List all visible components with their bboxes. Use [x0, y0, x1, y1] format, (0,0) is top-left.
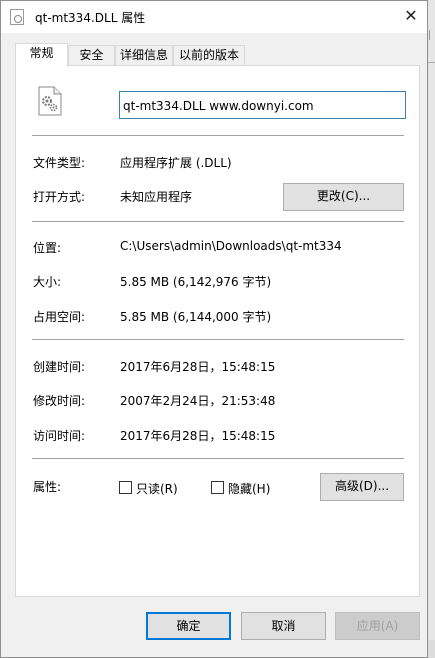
tab-security[interactable]: 安全 [68, 45, 115, 66]
hidden-checkbox-label[interactable]: 隐藏(H) [228, 480, 270, 497]
cancel-button[interactable]: 取消 [241, 612, 326, 640]
size-on-disk-value: 5.85 MB (6,144,000 字节) [120, 310, 272, 324]
properties-dialog: qt-mt334.DLL 属性 ✕ 常规 安全 详细信息 以前的版本 文件类型:… [0, 0, 428, 658]
tab-previous-versions[interactable]: 以前的版本 [173, 45, 245, 66]
modified-label: 修改时间: [33, 394, 86, 408]
file-name-input[interactable] [119, 91, 406, 119]
hidden-checkbox[interactable] [211, 481, 224, 494]
size-value: 5.85 MB (6,142,976 字节) [120, 275, 272, 289]
file-type-value: 应用程序扩展 (.DLL) [120, 156, 232, 170]
window-title: qt-mt334.DLL 属性 [35, 11, 146, 25]
opens-with-label: 打开方式: [33, 190, 86, 204]
opens-with-value: 未知应用程序 [120, 190, 193, 204]
tab-details[interactable]: 详细信息 [115, 45, 173, 66]
ok-button[interactable]: 确定 [146, 612, 231, 640]
background-window-edge [427, 0, 435, 658]
separator [32, 458, 404, 459]
modified-value: 2007年2月24日，21:53:48 [120, 394, 276, 408]
accessed-value: 2017年6月28日，15:48:15 [120, 429, 276, 443]
dll-gear-file-icon [38, 86, 62, 116]
readonly-checkbox-label[interactable]: 只读(R) [136, 480, 178, 497]
attributes-label: 属性: [33, 480, 62, 494]
size-on-disk-label: 占用空间: [33, 310, 86, 324]
background-window-mark [429, 30, 435, 40]
close-button[interactable]: ✕ [394, 2, 428, 32]
apply-button[interactable]: 应用(A) [335, 612, 420, 640]
separator [32, 339, 404, 340]
background-window-mark [428, 640, 435, 658]
tab-general[interactable]: 常规 [15, 43, 68, 67]
separator [32, 135, 404, 136]
general-tab-panel: 文件类型: 应用程序扩展 (.DLL) 打开方式: 未知应用程序 更改(C)..… [15, 65, 420, 597]
created-label: 创建时间: [33, 360, 86, 374]
file-type-label: 文件类型: [33, 156, 86, 170]
accessed-label: 访问时间: [33, 429, 86, 443]
title-bar[interactable]: qt-mt334.DLL 属性 ✕ [1, 1, 427, 33]
location-label: 位置: [33, 241, 62, 255]
advanced-button[interactable]: 高级(D)... [320, 473, 404, 501]
size-label: 大小: [33, 275, 62, 289]
readonly-checkbox[interactable] [119, 481, 132, 494]
background-window-mark [428, 62, 435, 63]
dll-file-icon [10, 9, 24, 25]
separator [32, 221, 404, 222]
created-value: 2017年6月28日，15:48:15 [120, 360, 276, 374]
location-value: C:\Users\admin\Downloads\qt-mt334 [120, 239, 342, 253]
change-button[interactable]: 更改(C)... [283, 183, 404, 211]
